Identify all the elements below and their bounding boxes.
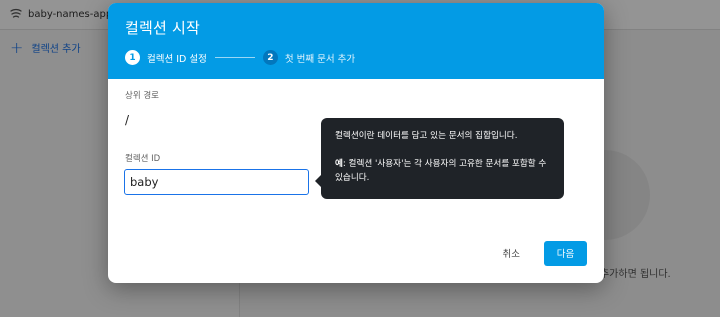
tooltip-description: 컬렉션이란 데이터를 담고 있는 문서의 집합입니다.: [335, 131, 518, 141]
cancel-button[interactable]: 취소: [493, 240, 530, 266]
step-number: 2: [262, 50, 278, 65]
step-label: 첫 번째 문서 추가: [284, 53, 356, 65]
collection-info-tooltip: 컬렉션이란 데이터를 담고 있는 문서의 집합입니다. 예: 컬렉션 '사용자'…: [315, 118, 564, 199]
step-set-collection-id: 1 컬렉션 ID 설정: [125, 50, 207, 65]
dialog-header: 컬렉션 시작 1 컬렉션 ID 설정 2 첫 번째 문서 추가: [108, 3, 604, 79]
step-number: 1: [125, 50, 140, 65]
step-label: 컬렉션 ID 설정: [147, 53, 207, 65]
stepper: 1 컬렉션 ID 설정 2 첫 번째 문서 추가: [125, 50, 587, 65]
tooltip-example: 예: 컬렉션 '사용자'는 각 사용자의 고유한 문서를 포함할 수 있습니다.: [335, 157, 550, 185]
collection-id-input[interactable]: [124, 169, 309, 195]
parent-path-value: /: [125, 113, 130, 127]
step-connector: [214, 57, 255, 58]
tooltip-example-text: : 컬렉션 '사용자'는 각 사용자의 고유한 문서를 포함할 수 있습니다.: [335, 159, 547, 183]
tooltip-example-bold: 예: [335, 159, 343, 169]
step-add-first-document: 2 첫 번째 문서 추가: [262, 50, 356, 65]
dialog-title: 컬렉션 시작: [125, 19, 200, 37]
parent-path-label: 상위 경로: [125, 91, 159, 101]
next-button[interactable]: 다음: [544, 240, 587, 266]
collection-id-label: 컬렉션 ID: [125, 154, 161, 164]
dialog-actions: 취소 다음: [493, 240, 587, 266]
